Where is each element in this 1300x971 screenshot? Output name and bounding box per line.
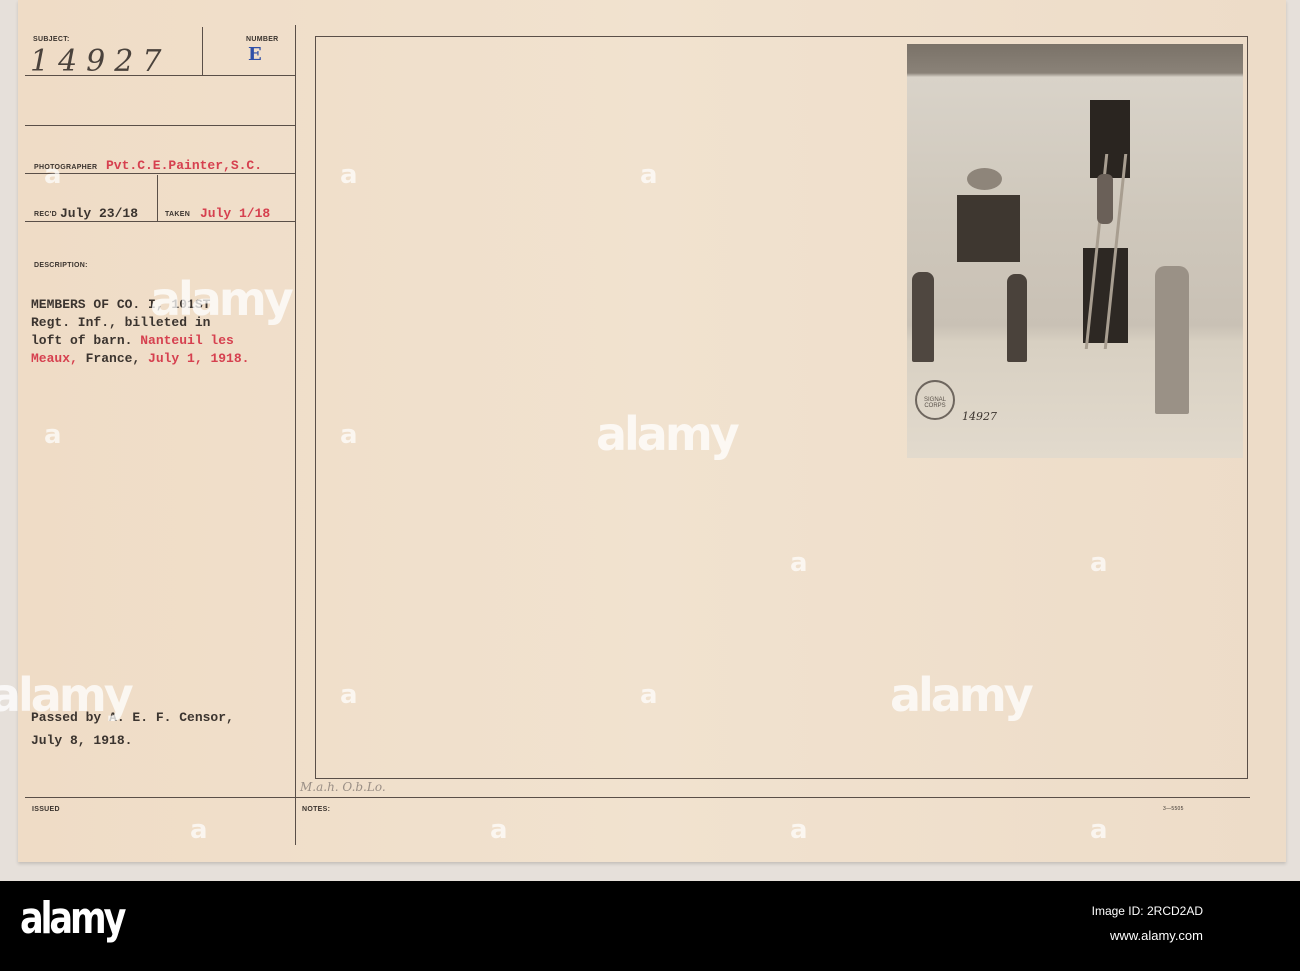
divider <box>25 125 295 126</box>
description-line: loft of barn. Nanteuil les <box>31 333 234 348</box>
taken-label: TAKEN <box>165 211 191 218</box>
subject-label: SUBJECT: <box>33 36 70 43</box>
signal-corps-stamp: SIGNAL CORPS <box>915 380 955 420</box>
divider <box>25 173 295 174</box>
watermark: a <box>490 815 508 845</box>
stock-footer: alamy Image ID: 2RCD2AD www.alamy.com <box>0 881 1300 971</box>
number-label: NUMBER <box>246 36 279 43</box>
watermark: a <box>1090 548 1108 578</box>
watermark: a <box>1090 815 1108 845</box>
form-number: 3—5505 <box>1163 806 1184 812</box>
watermark: a <box>44 420 62 450</box>
photographer-name: Pvt.C.E.Painter,S.C. <box>106 158 263 173</box>
recd-date: July 23/18 <box>60 206 139 221</box>
watermark: a <box>640 160 658 190</box>
watermark: a <box>190 815 208 845</box>
historical-photograph: SIGNAL CORPS 14927 <box>907 44 1243 458</box>
watermark: alamy <box>150 272 294 326</box>
watermark: a <box>44 160 62 190</box>
watermark: a <box>790 815 808 845</box>
notes-handwriting: M.a.h. O.b.Lo. <box>300 780 386 794</box>
watermark: a <box>340 160 358 190</box>
image-id: Image ID: 2RCD2AD <box>1091 904 1203 918</box>
soldier <box>1097 174 1113 224</box>
subject-number: 14927 <box>30 44 171 79</box>
watermark: alamy <box>0 668 134 722</box>
soldier <box>1155 266 1189 414</box>
soldier <box>1007 274 1027 362</box>
issued-label: ISSUED <box>32 806 60 813</box>
description-line: Meaux, France, July 1, 1918. <box>31 351 250 366</box>
description-label: DESCRIPTION: <box>34 262 88 269</box>
recd-label: REC'D <box>34 211 57 218</box>
column-divider <box>295 25 296 845</box>
divider <box>157 175 158 221</box>
watermark: a <box>640 680 658 710</box>
alamy-logo: alamy <box>20 893 126 944</box>
divider <box>202 27 203 75</box>
lower-window <box>957 195 1020 262</box>
watermark: alamy <box>890 668 1034 722</box>
taken-date: July 1/18 <box>200 206 271 221</box>
watermark: alamy <box>596 407 740 461</box>
photo-number: 14927 <box>962 410 997 423</box>
watermark: a <box>790 548 808 578</box>
divider <box>25 221 295 222</box>
number-value: E <box>248 44 262 65</box>
divider <box>25 797 1250 798</box>
notes-label: NOTES: <box>302 806 331 813</box>
soldier <box>912 272 934 362</box>
censor-line: July 8, 1918. <box>31 733 133 748</box>
sign <box>967 168 1002 190</box>
watermark: a <box>340 420 358 450</box>
alamy-url[interactable]: www.alamy.com <box>1110 928 1203 943</box>
watermark: a <box>340 680 358 710</box>
